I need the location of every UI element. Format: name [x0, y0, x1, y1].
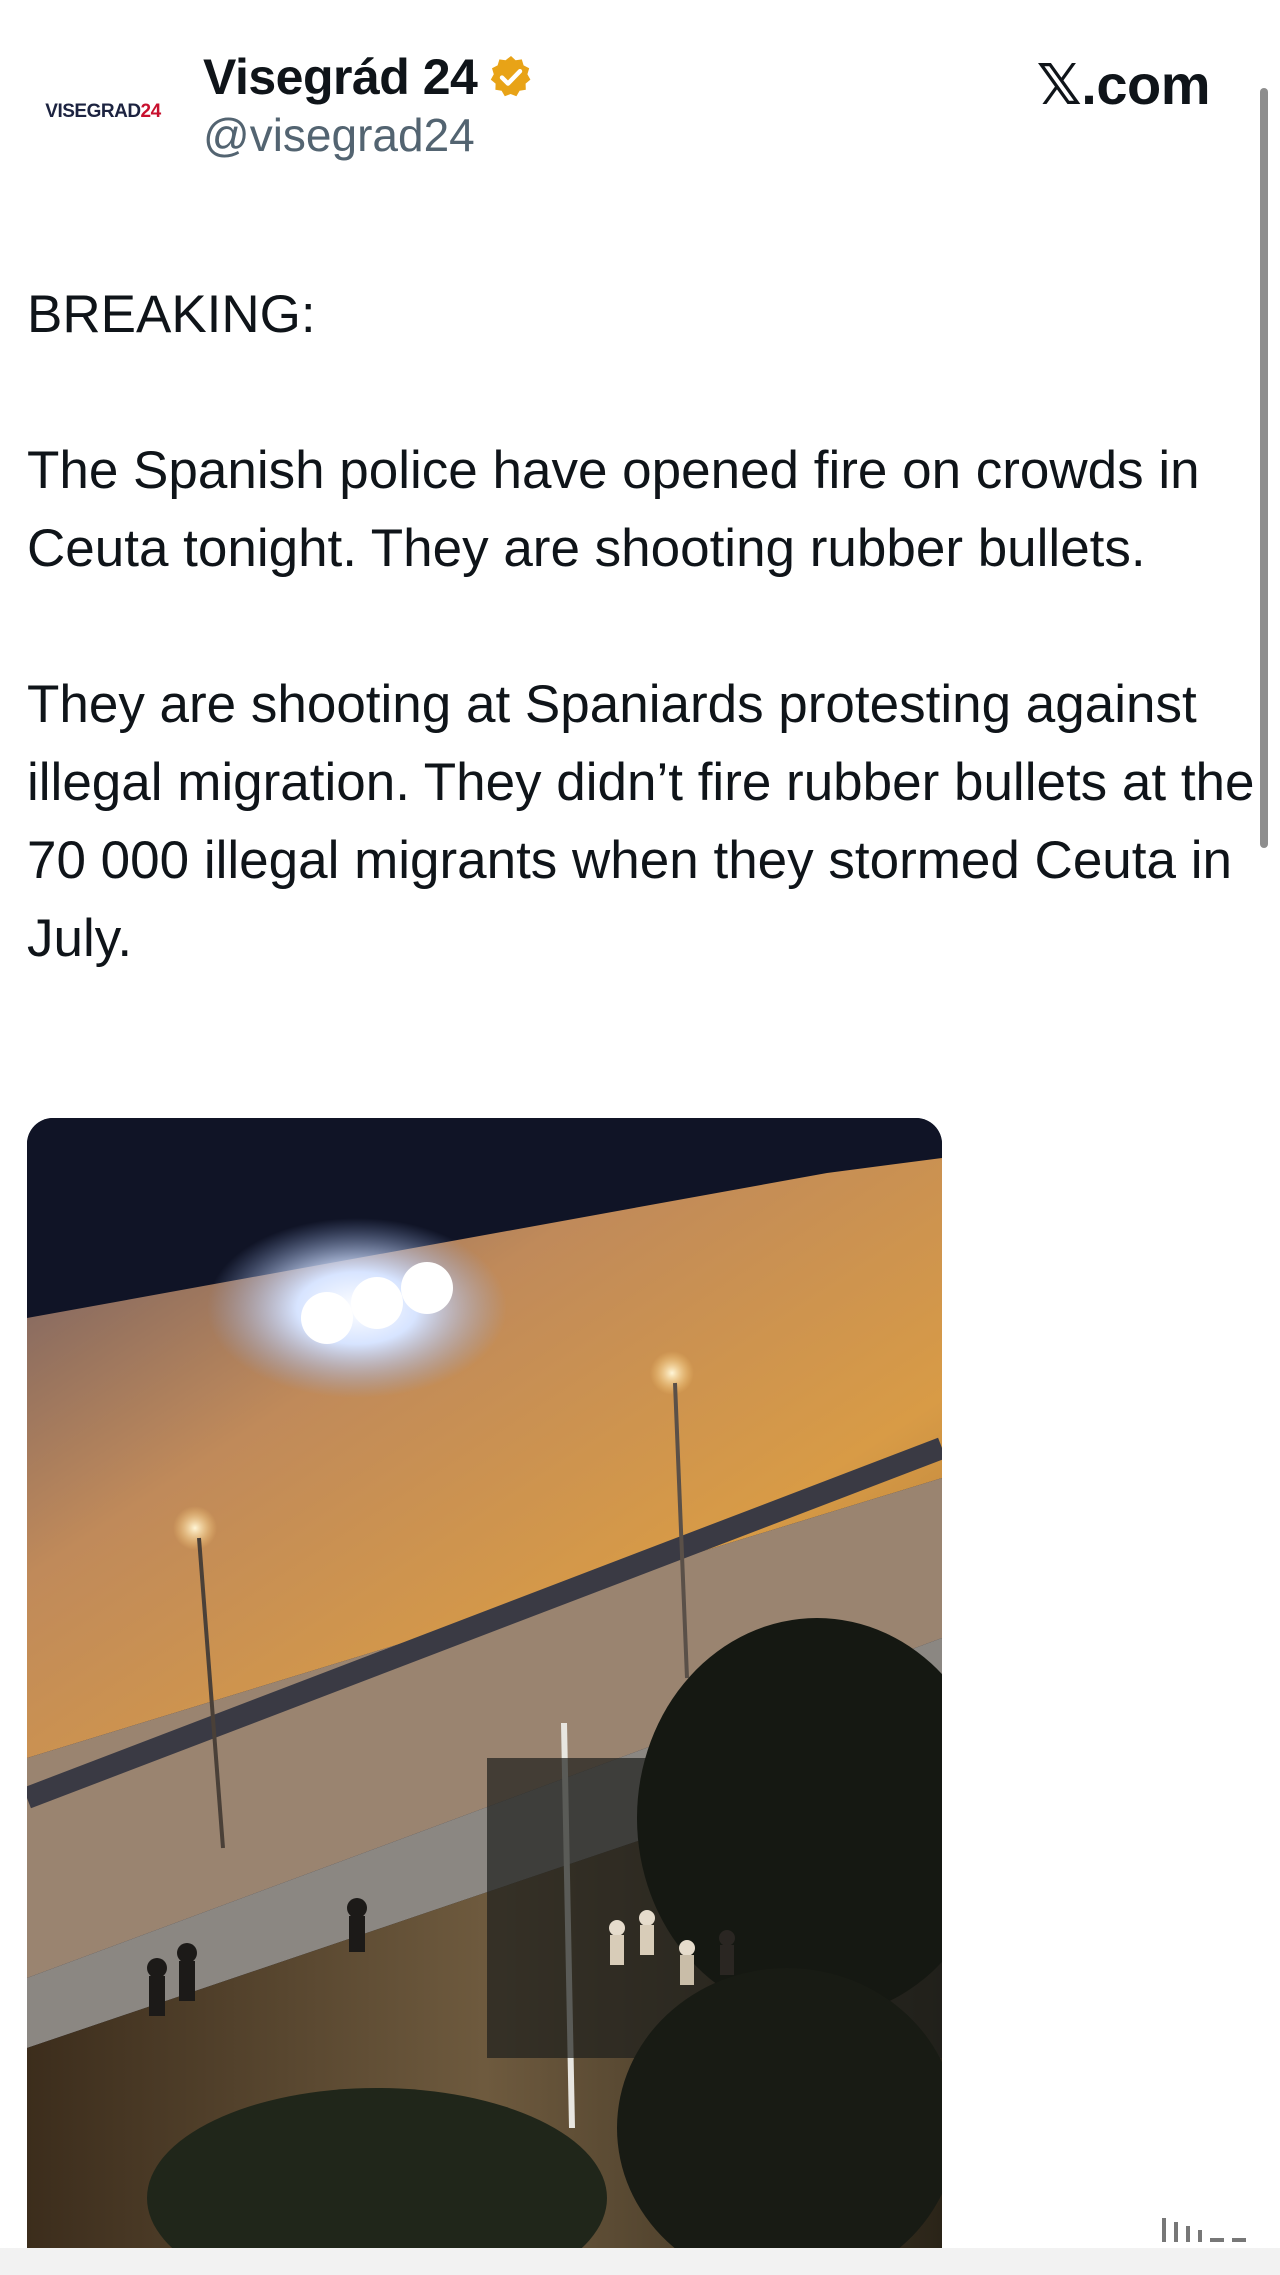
tweet-line-breaking: BREAKING: — [27, 285, 316, 344]
scrollbar[interactable] — [1260, 88, 1268, 848]
bottom-status-glyphs — [1162, 2218, 1246, 2242]
bottom-bar — [0, 2248, 1280, 2275]
tweet-text: BREAKING: The Spanish police have opened… — [27, 276, 1257, 978]
avatar-logo: VISEGRAD24 — [45, 101, 161, 122]
video-still-image — [27, 1118, 942, 2248]
author-name[interactable]: Visegrád 24 — [203, 48, 478, 106]
site-label: 𝕏.com — [1036, 53, 1211, 116]
tweet-video[interactable] — [27, 1118, 942, 2248]
avatar[interactable]: VISEGRAD24 — [28, 64, 178, 160]
tweet-paragraph-2: They are shooting at Spaniards protestin… — [27, 675, 1255, 968]
author-block: Visegrád 24 @visegrad24 — [203, 48, 535, 162]
tweet-screenshot: VISEGRAD24 Visegrád 24 @visegrad24 𝕏.com… — [0, 0, 1280, 2275]
tweet-paragraph-1: The Spanish police have opened fire on c… — [27, 441, 1200, 578]
verified-badge-icon — [487, 53, 535, 101]
author-handle[interactable]: @visegrad24 — [203, 108, 535, 162]
